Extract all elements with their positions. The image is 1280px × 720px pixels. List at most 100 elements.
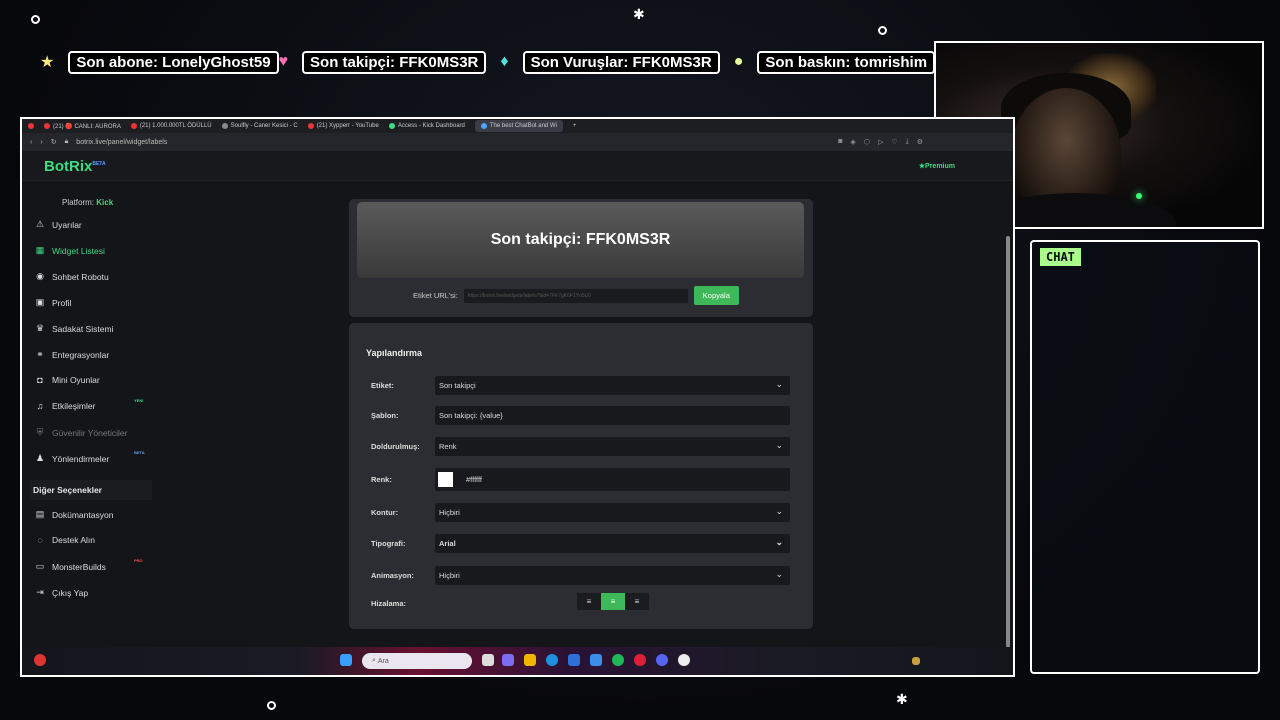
other-options-heading: Diğer Seçenekler [30, 480, 152, 500]
gamepad-icon: ◘ [37, 375, 43, 385]
sidebar-item-loyalty[interactable]: ♛ Sadakat Sistemi [35, 323, 113, 334]
download-icon[interactable]: ⤓ [906, 138, 909, 146]
moon-icon: ● [733, 53, 744, 70]
robot-icon: ◉ [36, 271, 44, 281]
discord-icon[interactable] [656, 654, 668, 666]
settings-icon[interactable]: ⚙ [917, 138, 923, 146]
pro-badge: PRO [134, 558, 143, 563]
forward-icon[interactable]: › [40, 139, 42, 146]
play-icon[interactable]: ▷ [878, 138, 883, 146]
mail-icon[interactable] [590, 654, 602, 666]
ticker-last-sub: Son abone: LonelyGhost59 [68, 50, 279, 74]
animation-select[interactable]: Hiçbiri ⌄ [435, 566, 790, 585]
chevron-down-icon: ⌄ [775, 506, 783, 516]
align-right-button[interactable]: ≡ [625, 593, 649, 610]
notification-icon[interactable] [34, 654, 46, 666]
sidebar-item-integrations[interactable]: ⚭ Entegrasyonlar [35, 349, 109, 360]
beta-badge: BETA [134, 450, 145, 455]
sidebar-item-profile[interactable]: ▣ Profil [35, 297, 72, 308]
typography-select[interactable]: Arial ⌄ [435, 534, 790, 553]
align-left-button[interactable]: ≡ [577, 593, 601, 610]
widget-url-field[interactable]: https://botrix.live/widgets/labels?bid=7… [463, 288, 688, 303]
ticker-last-raid: Son baskın: tomrishim [757, 50, 936, 74]
sidebar-item-support[interactable]: ◌ Destek Alın [35, 535, 95, 545]
label-preview: Son takipçi: FFK0MS3R [357, 202, 804, 278]
ticker-last-follower: Son takipçi: FFK0MS3R [302, 50, 487, 74]
color-swatch[interactable] [438, 472, 453, 487]
shield-icon[interactable]: ⬡ [864, 138, 870, 146]
browser-actions: ◙ ◈ ⬡ ▷ ♡ ⤓ ⚙ [838, 138, 923, 146]
color-field-label: Renk: [371, 475, 392, 484]
heart-icon[interactable]: ♡ [891, 138, 897, 146]
stroke-field-label: Kontur: [371, 508, 399, 517]
sidebar-item-docs[interactable]: ▤ Dokümantasyon [35, 509, 114, 520]
ticker-last-hits: Son Vuruşlar: FFK0MS3R [522, 50, 720, 74]
back-icon[interactable]: ‹ [30, 139, 32, 146]
ring-decoration [31, 15, 40, 24]
edge-icon[interactable] [546, 654, 558, 666]
reload-icon[interactable]: ↻ [51, 138, 57, 146]
teams-icon[interactable] [502, 654, 514, 666]
stroke-select[interactable]: Hiçbiri ⌄ [435, 503, 790, 522]
url-text[interactable]: botrix.live/panel/widget/labels [76, 139, 167, 146]
browser-tab[interactable]: (21) 1.000.000TL ÖDÜLLÜ [130, 123, 212, 129]
sidebar-item-trusted-mods[interactable]: ⛨ Güvenilir Yöneticiler [35, 427, 128, 438]
app-header: BotRixBETA ★Premium [22, 151, 1013, 181]
alignment-field-label: Hizalama: [371, 599, 407, 608]
browser-tab-active[interactable]: The best ChatBot and Wi [474, 120, 563, 132]
chat-label: CHAT [1040, 248, 1081, 266]
browser-tab[interactable]: Soulfly - Caner Kesici - C [221, 123, 298, 129]
browser-tabbar: (21) 🔴 CANLI: AURORA (21) 1.000.000TL ÖD… [22, 119, 1013, 133]
diamond-icon: ♦ [500, 53, 509, 70]
spotify-icon[interactable] [612, 654, 624, 666]
label-select[interactable]: Son takipçi ⌄ [435, 376, 790, 395]
animation-field-label: Animasyon: [371, 571, 414, 580]
align-center-button[interactable]: ≡ [601, 593, 625, 610]
opera-icon[interactable] [28, 123, 34, 129]
tray-icon[interactable] [912, 657, 920, 665]
music-icon: ♫ [36, 401, 44, 411]
warning-icon: ⚠ [35, 219, 45, 229]
browser-tab[interactable]: (21) Xypperr - YouTube [307, 123, 379, 129]
label-field-label: Etiket: [371, 381, 394, 390]
sidebar-item-monsterbuilds[interactable]: ▭ MonsterBuilds [35, 561, 106, 572]
sidebar-item-chatbot[interactable]: ◉ Sohbet Robotu [35, 271, 109, 282]
browser-tab[interactable]: (21) 🔴 CANLI: AURORA [44, 123, 121, 130]
page-scrollbar[interactable] [1006, 236, 1010, 648]
plug-icon: ⚭ [36, 349, 44, 359]
task-view-icon[interactable] [482, 654, 494, 666]
sidebar-item-logout[interactable]: ⇥ Çıkış Yap [35, 587, 88, 598]
users-icon: ♟ [35, 453, 45, 463]
ring-decoration [878, 26, 887, 35]
camera-icon[interactable]: ◙ [838, 138, 842, 146]
template-input[interactable]: Son takipçi: {value} [435, 406, 790, 425]
template-field-label: Şablon: [371, 411, 399, 420]
windows-start-icon[interactable] [340, 654, 352, 666]
sidebar-item-alerts[interactable]: ⚠ Uyarılar [35, 219, 82, 230]
sidebar-item-widgets[interactable]: ▦ Widget Listesi [35, 245, 105, 256]
fill-select[interactable]: Renk ⌄ [435, 437, 790, 456]
book-icon: ▤ [35, 509, 45, 519]
opera-icon[interactable] [634, 654, 646, 666]
store-icon[interactable] [568, 654, 580, 666]
browser-tab[interactable]: Access - Kick Dashboard [388, 123, 465, 129]
chevron-down-icon: ⌄ [775, 569, 783, 579]
snowflake-icon: ✱ [896, 691, 908, 707]
extension-icon[interactable]: ◈ [850, 138, 855, 146]
sidebar: ⚠ Uyarılar ▦ Widget Listesi ◉ Sohbet Robotu… [22, 205, 154, 649]
chevron-down-icon: ⌄ [775, 379, 783, 389]
color-input[interactable]: #ffffff [435, 468, 790, 491]
sidebar-item-redirects[interactable]: ♟ Yönlendirmeler [35, 453, 109, 464]
botrix-logo[interactable]: BotRixBETA [44, 158, 106, 175]
chat-panel: CHAT [1030, 240, 1260, 674]
laptop-icon: ▭ [35, 561, 45, 571]
sidebar-item-interactions[interactable]: ♫ Etkileşimler [35, 401, 96, 411]
app-icon[interactable] [678, 654, 690, 666]
folder-icon[interactable] [524, 654, 536, 666]
taskbar-search[interactable]: ⌕ Ara [362, 653, 472, 669]
copy-button[interactable]: Kopyala [693, 286, 739, 305]
sidebar-item-minigames[interactable]: ◘ Mini Oyunlar [35, 375, 99, 385]
new-tab-icon[interactable]: + [573, 123, 577, 129]
premium-link[interactable]: ★Premium [919, 162, 955, 170]
fill-field-label: Doldurulmuş: [371, 442, 420, 451]
